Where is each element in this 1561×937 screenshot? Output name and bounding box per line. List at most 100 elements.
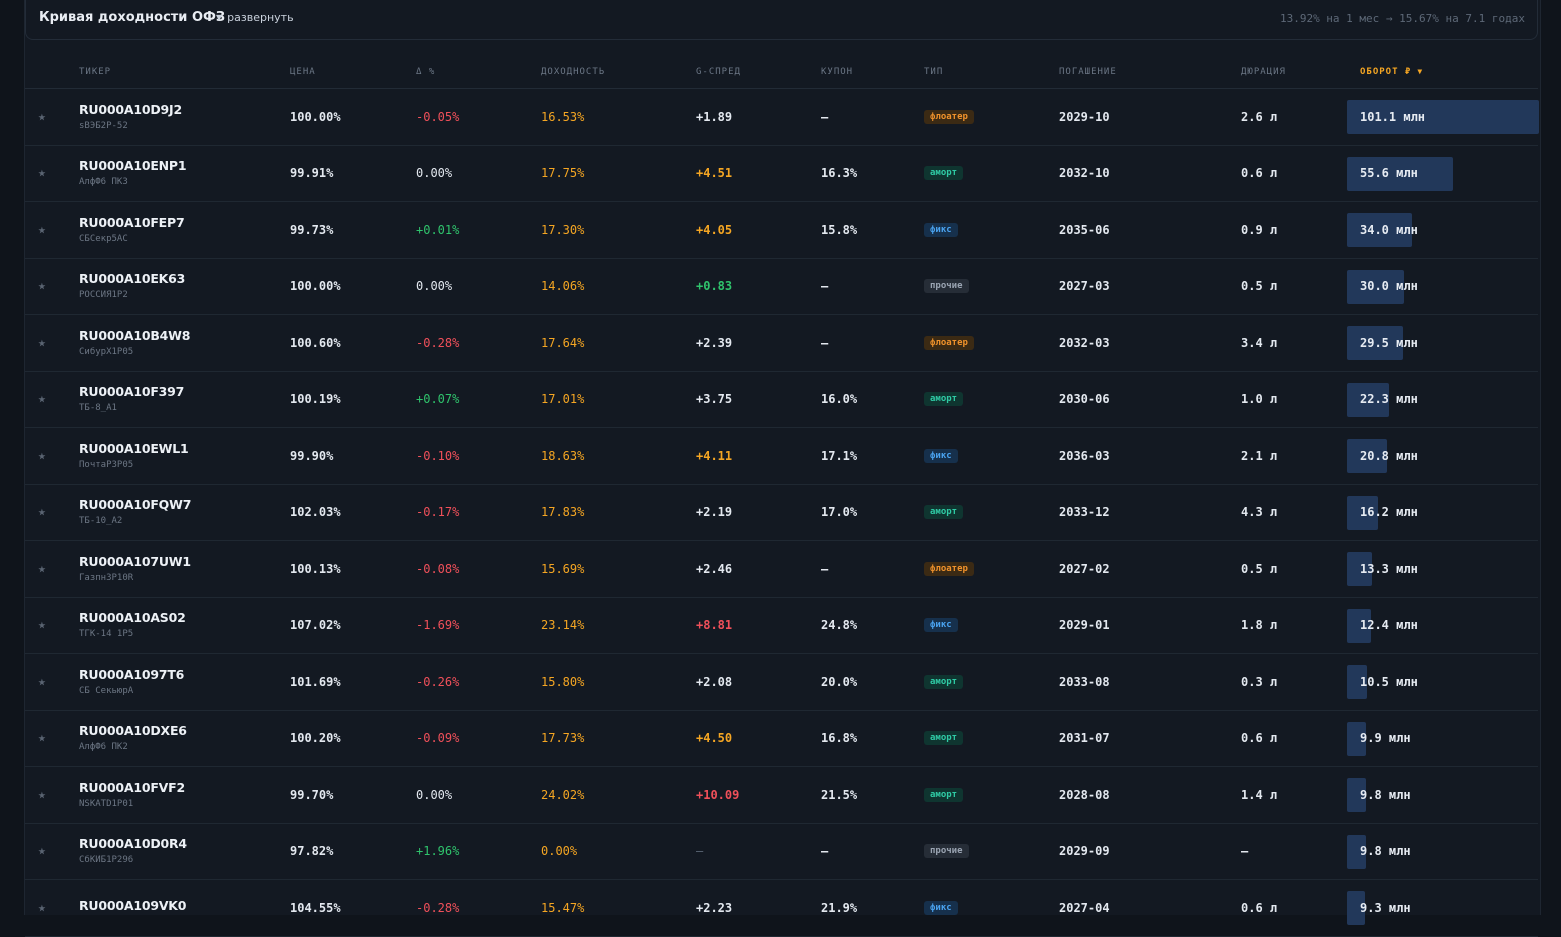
ticker-cell[interactable]: RU000A10FVF2 NSKATD1P01 — [79, 780, 185, 809]
table-header: ТИКЕР ЦЕНА Δ % ДОХОДНОСТЬ G-СПРЕД КУПОН … — [25, 62, 1538, 89]
duration-cell: 0.6 л — [1241, 731, 1278, 746]
table-row[interactable]: ★ RU000A10FEP7 СБСекр5АС 99.73% +0.01% 17.30%… — [25, 202, 1538, 259]
price-cell: 99.90% — [290, 448, 334, 463]
column-header-ticker[interactable]: ТИКЕР — [79, 67, 111, 77]
yield-cell: 17.01% — [541, 392, 585, 407]
type-badge: аморт — [924, 787, 964, 802]
ticker-cell[interactable]: RU000A10D9J2 sВЭБ2Р-52 — [79, 102, 182, 131]
favorite-star-icon[interactable]: ★ — [38, 279, 46, 294]
gspread-cell: +2.39 — [696, 335, 733, 350]
ticker-code: RU000A10D9J2 — [79, 101, 182, 117]
ticker-code: RU000A10F397 — [79, 384, 185, 400]
favorite-star-icon[interactable]: ★ — [38, 618, 46, 633]
table-row[interactable]: ★ RU000A10D9J2 sВЭБ2Р-52 100.00% -0.05% 16.53… — [25, 89, 1539, 146]
yield-cell: 17.83% — [541, 505, 585, 520]
ticker-name: ТГК-14 1Р5 — [79, 629, 134, 640]
duration-cell: 1.0 л — [1241, 392, 1278, 407]
table-row[interactable]: ★ RU000A109VK0 104.55% -0.28% 15.47% +2.23 21.… — [25, 880, 1538, 937]
ticker-cell[interactable]: RU000A107UW1 ГазпнЗР10R — [79, 554, 191, 583]
column-header-yield[interactable]: ДОХОДНОСТЬ — [541, 67, 605, 77]
table-row[interactable]: ★ RU000A10D0R4 СбКИБ1Р296 97.82% +1.96% 0.00%… — [25, 824, 1538, 880]
column-header-volume[interactable]: ОБОРОТ ₽ ▼ — [1360, 67, 1423, 77]
column-header-price[interactable]: ЦЕНА — [290, 67, 316, 77]
curve-expand-button[interactable]: ▼ развернуть — [216, 11, 294, 24]
ticker-cell[interactable]: RU000A10AS02 ТГК-14 1Р5 — [79, 610, 186, 639]
change-cell: +0.01% — [416, 222, 460, 237]
duration-cell: 0.5 л — [1241, 561, 1278, 576]
price-cell: 104.55% — [290, 900, 341, 915]
column-header-change[interactable]: Δ % — [416, 67, 435, 77]
favorite-star-icon[interactable]: ★ — [38, 844, 46, 859]
maturity-cell: 2027-04 — [1059, 900, 1110, 915]
volume-cell: 9.8 млн — [1360, 787, 1411, 802]
yield-cell: 15.80% — [541, 674, 585, 689]
table-row[interactable]: ★ RU000A10EK63 РОССИЯ1Р2 100.00% 0.00% 14.06%… — [25, 259, 1538, 315]
table-row[interactable]: ★ RU000A10FQW7 ТБ-10_А2 102.03% -0.17% 17.83%… — [25, 485, 1538, 541]
volume-cell: 12.4 млн — [1360, 618, 1418, 633]
type-badge: флоатер — [924, 335, 974, 350]
ticker-cell[interactable]: RU000A10FQW7 ТБ-10_А2 — [79, 497, 191, 526]
favorite-star-icon[interactable]: ★ — [38, 222, 46, 237]
yield-cell: 17.64% — [541, 335, 585, 350]
favorite-star-icon[interactable]: ★ — [38, 448, 46, 463]
gspread-cell: +4.50 — [696, 731, 733, 746]
favorite-star-icon[interactable]: ★ — [38, 166, 46, 181]
ticker-code: RU000A1097T6 — [79, 666, 185, 682]
sort-desc-icon: ▼ — [1417, 67, 1424, 76]
column-header-type[interactable]: ТИП — [924, 67, 943, 77]
ticker-cell[interactable]: RU000A10F397 ТБ-8_А1 — [79, 384, 184, 413]
yield-cell: 17.30% — [541, 222, 585, 237]
favorite-star-icon[interactable]: ★ — [38, 731, 46, 746]
ticker-cell[interactable]: RU000A10ENP1 АлфФ6 ПК3 — [79, 158, 187, 187]
type-badge: прочие — [924, 279, 969, 294]
column-header-maturity[interactable]: ПОГАШЕНИЕ — [1059, 67, 1117, 77]
ticker-name: ПочтаР3Р05 — [79, 459, 134, 470]
ticker-code: RU000A10AS02 — [79, 610, 186, 626]
favorite-star-icon[interactable]: ★ — [38, 109, 46, 124]
column-header-gspread[interactable]: G-СПРЕД — [696, 67, 741, 77]
type-badge: аморт — [924, 731, 964, 746]
ticker-cell[interactable]: RU000A109VK0 — [79, 898, 186, 917]
table-row[interactable]: ★ RU000A1097T6 СБ СекьюрА 101.69% -0.26% 15.8… — [25, 654, 1538, 711]
ticker-cell[interactable]: RU000A10DXE6 АлфФ6 ПК2 — [79, 723, 187, 752]
column-header-duration[interactable]: ДЮРАЦИЯ — [1241, 67, 1286, 77]
table-row[interactable]: ★ RU000A107UW1 ГазпнЗР10R 100.13% -0.08% 15.6… — [25, 541, 1538, 598]
duration-cell: — — [1241, 844, 1249, 859]
volume-cell: 9.3 млн — [1360, 900, 1411, 915]
favorite-star-icon[interactable]: ★ — [38, 505, 46, 520]
change-cell: -0.05% — [416, 109, 460, 124]
favorite-star-icon[interactable]: ★ — [38, 335, 46, 350]
table-row[interactable]: ★ RU000A10AS02 ТГК-14 1Р5 107.02% -1.69% 23.1… — [25, 598, 1538, 654]
coupon-cell: 21.5% — [821, 787, 858, 802]
ticker-cell[interactable]: RU000A10B4W8 СибурХ1Р05 — [79, 328, 190, 357]
table-row[interactable]: ★ RU000A10B4W8 СибурХ1Р05 100.60% -0.28% 17.6… — [25, 315, 1538, 372]
favorite-star-icon[interactable]: ★ — [38, 900, 46, 915]
ticker-cell[interactable]: RU000A10D0R4 СбКИБ1Р296 — [79, 836, 187, 865]
volume-cell: 10.5 млн — [1360, 674, 1418, 689]
duration-cell: 0.6 л — [1241, 166, 1278, 181]
coupon-cell: 21.9% — [821, 900, 858, 915]
ticker-cell[interactable]: RU000A10EWL1 ПочтаР3Р05 — [79, 441, 189, 470]
table-row[interactable]: ★ RU000A10DXE6 АлфФ6 ПК2 100.20% -0.09% 17.73… — [25, 711, 1538, 767]
price-cell: 100.60% — [290, 335, 341, 350]
gspread-cell: +4.11 — [696, 448, 733, 463]
ticker-code: RU000A10FEP7 — [79, 214, 185, 230]
ticker-code: RU000A10D0R4 — [79, 836, 187, 852]
table-row[interactable]: ★ RU000A10EWL1 ПочтаР3Р05 99.90% -0.10% 18.63… — [25, 428, 1538, 485]
change-cell: -0.08% — [416, 561, 460, 576]
curve-summary: 13.92% на 1 мес → 15.67% на 7.1 годах — [1279, 12, 1525, 25]
column-header-coupon[interactable]: КУПОН — [821, 67, 853, 77]
table-row[interactable]: ★ RU000A10F397 ТБ-8_А1 100.19% +0.07% 17.01% +… — [25, 372, 1538, 428]
favorite-star-icon[interactable]: ★ — [38, 787, 46, 802]
favorite-star-icon[interactable]: ★ — [38, 674, 46, 689]
table-row[interactable]: ★ RU000A10FVF2 NSKATD1P01 99.70% 0.00% 24.02%… — [25, 767, 1538, 824]
ticker-cell[interactable]: RU000A1097T6 СБ СекьюрА — [79, 667, 184, 696]
favorite-star-icon[interactable]: ★ — [38, 392, 46, 407]
yield-curve-bar: Кривая доходности ОФЗ ▼ развернуть 13.92%… — [25, 0, 1538, 40]
ticker-cell[interactable]: RU000A10FEP7 СБСекр5АС — [79, 214, 185, 244]
favorite-star-icon[interactable]: ★ — [38, 561, 46, 576]
maturity-cell: 2029-01 — [1059, 618, 1110, 633]
ticker-cell[interactable]: RU000A10EK63 РОССИЯ1Р2 — [79, 271, 185, 300]
price-cell: 100.00% — [290, 279, 341, 294]
table-row[interactable]: ★ RU000A10ENP1 АлфФ6 ПК3 99.91% 0.00% 17.75% +… — [25, 146, 1538, 202]
